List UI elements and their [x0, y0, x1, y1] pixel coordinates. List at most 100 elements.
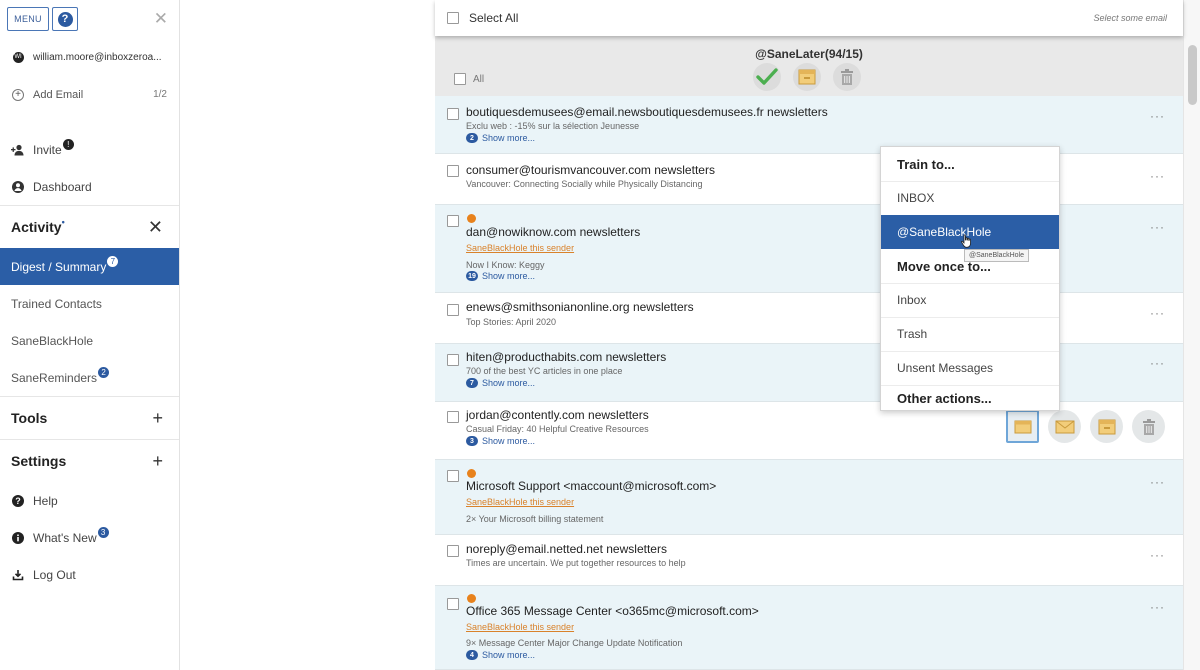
activity-label: Activity — [11, 219, 62, 235]
more-actions-icon[interactable]: ··· — [1150, 169, 1165, 183]
sanereminders-badge: 2 — [98, 367, 110, 378]
show-more-link[interactable]: 2 Show more... — [466, 133, 535, 143]
trash-icon[interactable] — [1132, 410, 1165, 443]
more-actions-icon[interactable]: ··· — [1150, 548, 1165, 562]
more-actions-icon[interactable]: ··· — [1150, 109, 1165, 123]
email-subject: Casual Friday: 40 Helpful Creative Resou… — [466, 424, 649, 434]
email-checkbox[interactable] — [447, 545, 459, 557]
email-sender: enews@smithsonianonline.org newsletters — [466, 300, 694, 314]
saneblackhole-sender-link[interactable]: SaneBlackHole this sender — [466, 243, 574, 253]
show-more-label: Show more... — [482, 271, 536, 281]
scrollbar-thumb[interactable] — [1188, 45, 1197, 105]
menu-item-unsent-messages[interactable]: Unsent Messages — [881, 351, 1059, 385]
email-row[interactable]: jordan@contently.com newsletters Casual … — [435, 402, 1183, 460]
show-more-link[interactable]: 19 Show more... — [466, 271, 535, 281]
menu-button[interactable]: MENU — [7, 7, 49, 31]
email-checkbox[interactable] — [447, 165, 459, 177]
sidebar-item-digest-summary[interactable]: Digest / Summary 7 — [0, 248, 179, 285]
more-actions-icon[interactable]: ··· — [1150, 600, 1165, 614]
email-checkbox[interactable] — [447, 411, 459, 423]
email-checkbox[interactable] — [447, 215, 459, 227]
email-checkbox[interactable] — [447, 354, 459, 366]
sidebar-topbar: MENU ? ✕ — [0, 0, 179, 38]
invite-item[interactable]: Invite! — [0, 131, 179, 168]
sidebar-item-trained-contacts[interactable]: Trained Contacts — [0, 285, 179, 322]
email-checkbox[interactable] — [447, 304, 459, 316]
account-row[interactable]: WI william.moore@inboxzeroa... — [0, 38, 179, 76]
user-circle-icon — [11, 180, 25, 193]
thread-count-badge: 7 — [466, 378, 478, 388]
digest-label: Digest / Summary — [11, 259, 107, 274]
menu-item-trash[interactable]: Trash — [881, 317, 1059, 351]
show-more-link[interactable]: 4 Show more... — [466, 650, 535, 660]
help-button[interactable]: ? — [52, 7, 78, 31]
email-subject: 9× Message Center Major Change Update No… — [466, 638, 683, 648]
email-row[interactable]: dan@nowiknow.com newsletters SaneBlackHo… — [435, 205, 1183, 293]
email-checkbox[interactable] — [447, 470, 459, 482]
email-row[interactable]: hiten@producthabits.com newsletters 700 … — [435, 344, 1183, 402]
more-actions-icon[interactable]: ··· — [1150, 356, 1165, 370]
group-all-checkbox[interactable] — [454, 73, 466, 85]
sanereminders-label: SaneReminders — [11, 370, 98, 385]
tools-section[interactable]: Tools + — [0, 397, 179, 439]
menu-item-other-actions[interactable]: Other actions... — [881, 385, 1059, 411]
train-to-heading: Train to... — [897, 156, 955, 172]
train-dropdown-menu: Train to... INBOX @SaneBlackHole Move on… — [880, 146, 1060, 411]
activity-section[interactable]: Activity • ✕ — [0, 206, 179, 248]
close-sidebar-icon[interactable]: ✕ — [154, 9, 168, 29]
expand-settings-icon[interactable]: + — [152, 451, 163, 472]
show-more-link[interactable]: 3 Show more... — [466, 436, 535, 446]
sidebar-item-saneblackhole[interactable]: SaneBlackHole — [0, 322, 179, 359]
saneblackhole-sender-link[interactable]: SaneBlackHole this sender — [466, 622, 574, 632]
email-sender: jordan@contently.com newsletters — [466, 408, 649, 422]
whats-new-item[interactable]: What's New 3 — [0, 519, 179, 556]
email-subject: Exclu web : -15% sur la sélection Jeunes… — [466, 121, 640, 131]
email-row[interactable]: noreply@email.netted.net newsletters Tim… — [435, 535, 1183, 586]
email-checkbox[interactable] — [447, 108, 459, 120]
menu-item-inbox-train[interactable]: INBOX — [881, 181, 1059, 215]
saneblackhole-sender-link[interactable]: SaneBlackHole this sender — [466, 497, 574, 507]
archive-box-icon[interactable] — [1090, 410, 1123, 443]
trash-icon[interactable] — [833, 63, 861, 91]
email-row[interactable]: Microsoft Support <maccount@microsoft.co… — [435, 460, 1183, 535]
scrollbar[interactable] — [1183, 0, 1200, 670]
more-actions-icon[interactable]: ··· — [1150, 475, 1165, 489]
unread-dot — [467, 469, 476, 478]
select-all-checkbox[interactable] — [447, 12, 459, 24]
add-user-icon — [11, 144, 25, 156]
thread-count-badge: 3 — [466, 436, 478, 446]
dashboard-item[interactable]: Dashboard — [0, 168, 179, 205]
email-row[interactable]: enews@smithsonianonline.org newsletters … — [435, 293, 1183, 344]
email-row[interactable]: boutiquesdemusees@email.newsboutiquesdem… — [435, 96, 1183, 154]
expand-tools-icon[interactable]: + — [152, 408, 163, 429]
sidebar-item-sanereminders[interactable]: SaneReminders 2 — [0, 359, 179, 396]
invite-label: Invite — [33, 142, 62, 157]
email-subject: Now I Know: Keggy — [466, 260, 545, 270]
whats-new-badge: 3 — [97, 527, 109, 538]
envelope-icon[interactable] — [1048, 410, 1081, 443]
account-avatar: WI — [12, 51, 24, 63]
invite-badge: ! — [62, 139, 74, 150]
more-actions-icon[interactable]: ··· — [1150, 306, 1165, 320]
account-email: william.moore@inboxzeroa... — [33, 51, 162, 63]
add-email-row[interactable]: + Add Email 1/2 — [0, 76, 179, 113]
more-actions-icon[interactable]: ··· — [1150, 220, 1165, 234]
help-label: Help — [33, 493, 58, 508]
show-more-label: Show more... — [482, 133, 536, 143]
email-subject: 700 of the best YC articles in one place — [466, 366, 623, 376]
group-select-all[interactable]: All — [447, 73, 484, 85]
check-icon[interactable] — [753, 63, 781, 91]
email-row[interactable]: consumer@tourismvancouver.com newsletter… — [435, 154, 1183, 205]
train-button[interactable] — [1006, 410, 1039, 443]
later-box-icon[interactable] — [793, 63, 821, 91]
menu-item-inbox[interactable]: Inbox — [881, 283, 1059, 317]
logout-item[interactable]: Log Out — [0, 556, 179, 593]
email-sender: hiten@producthabits.com newsletters — [466, 350, 667, 364]
activity-indicator: • — [61, 217, 65, 227]
email-row[interactable]: Office 365 Message Center <o365mc@micros… — [435, 586, 1183, 670]
help-item[interactable]: ? Help — [0, 482, 179, 519]
settings-section[interactable]: Settings + — [0, 440, 179, 482]
collapse-activity-icon[interactable]: ✕ — [148, 217, 163, 238]
email-checkbox[interactable] — [447, 598, 459, 610]
show-more-link[interactable]: 7 Show more... — [466, 378, 535, 388]
